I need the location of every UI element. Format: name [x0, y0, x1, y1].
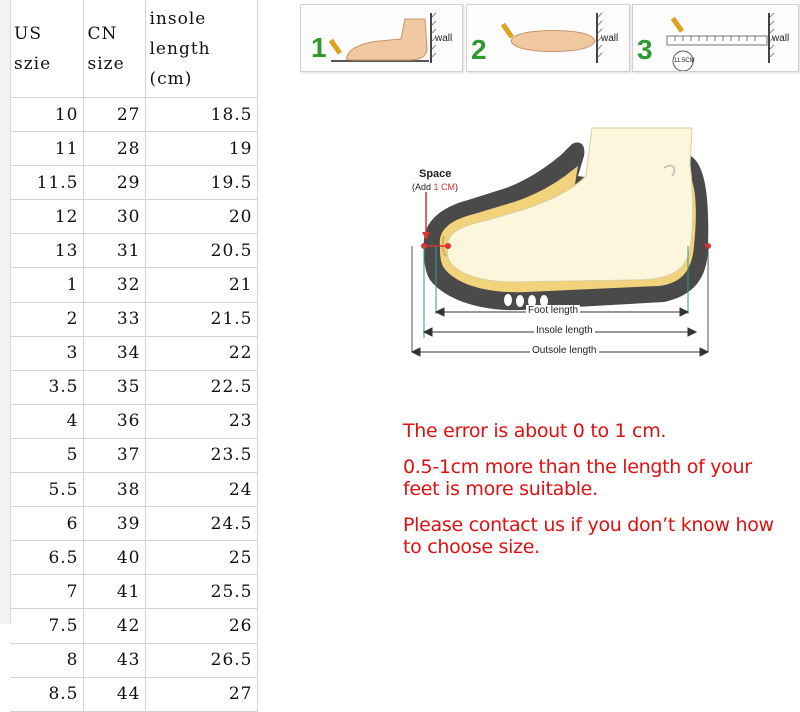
cell-us[interactable]: 12 — [10, 199, 84, 235]
table-row: 3 34 22 — [10, 336, 258, 371]
shoe-fit-diagram: Space (Add 1 CM) Foot length Insole leng… — [402, 96, 720, 366]
insole-length-label: Insole length — [534, 325, 595, 336]
outsole-length-label: Outsole length — [530, 345, 599, 356]
cell-cn[interactable]: 43 — [83, 643, 146, 678]
cell-us[interactable]: 3.5 — [10, 370, 84, 405]
cell-cn[interactable]: 39 — [83, 506, 146, 542]
cell-insole[interactable]: 20 — [145, 199, 258, 235]
table-row: 11 28 19 — [10, 131, 258, 167]
table-row: 13 31 20.5 — [10, 233, 258, 269]
cell-insole[interactable]: 21.5 — [145, 302, 258, 337]
cell-cn[interactable]: 42 — [83, 608, 146, 644]
cell-us[interactable]: 7.5 — [10, 608, 84, 644]
cell-cn[interactable]: 36 — [83, 404, 146, 439]
table-row: 6.5 40 25 — [10, 540, 258, 576]
cell-insole[interactable]: 18.5 — [145, 97, 258, 133]
size-table: US szie CN size insole length (cm) 10 27 1… — [10, 0, 258, 712]
header-insole-length[interactable]: insole length (cm) — [145, 0, 258, 98]
cell-insole[interactable]: 26.5 — [145, 643, 258, 678]
table-header-row: US szie CN size insole length (cm) — [10, 0, 258, 98]
table-row: 5 37 23.5 — [10, 438, 258, 474]
cell-insole[interactable]: 23 — [145, 404, 258, 439]
cell-insole[interactable]: 24 — [145, 472, 258, 508]
step-number-3: 3 — [637, 34, 653, 65]
wall-label-2: wall — [601, 33, 619, 44]
cell-insole[interactable]: 21 — [145, 267, 258, 303]
cell-insole[interactable]: 25.5 — [145, 574, 258, 610]
cell-insole[interactable]: 26 — [145, 608, 258, 644]
cell-insole[interactable]: 19.5 — [145, 165, 258, 201]
space-sub-value: 1 CM — [433, 182, 456, 192]
cell-us[interactable]: 8 — [10, 643, 84, 678]
cell-cn[interactable]: 33 — [83, 302, 146, 337]
cell-us[interactable]: 3 — [10, 336, 84, 371]
table-row: 8.5 44 27 — [10, 677, 258, 712]
cell-us[interactable]: 4 — [10, 404, 84, 439]
table-row: 3.5 35 22.5 — [10, 370, 258, 405]
cell-cn[interactable]: 41 — [83, 574, 146, 610]
cell-cn[interactable]: 27 — [83, 97, 146, 133]
measure-step-1-panel: 1 wall — [300, 4, 463, 72]
cell-us[interactable]: 6.5 — [10, 540, 84, 576]
table-row: 7 41 25.5 — [10, 574, 258, 610]
cell-cn[interactable]: 40 — [83, 540, 146, 576]
table-row: 5.5 38 24 — [10, 472, 258, 508]
step-number-2: 2 — [471, 34, 487, 65]
cell-cn[interactable]: 44 — [83, 677, 146, 712]
cell-insole[interactable]: 25 — [145, 540, 258, 576]
cell-cn[interactable]: 38 — [83, 472, 146, 508]
sizing-notes: The error is about 0 to 1 cm. 0.5-1cm mo… — [403, 420, 793, 572]
cell-cn[interactable]: 37 — [83, 438, 146, 474]
cell-us[interactable]: 11.5 — [10, 165, 84, 201]
cell-us[interactable]: 7 — [10, 574, 84, 610]
note-error-range: The error is about 0 to 1 cm. — [403, 420, 667, 442]
note-extra-length: 0.5-1cm more than the length of your fee… — [403, 456, 752, 500]
measure-step-2-panel: 2 wall — [466, 4, 630, 72]
cell-cn[interactable]: 30 — [83, 199, 146, 235]
note-contact: Please contact us if you don’t know how … — [403, 514, 774, 558]
table-row: 10 27 18.5 — [10, 97, 258, 133]
cell-cn[interactable]: 28 — [83, 131, 146, 167]
table-row: 12 30 20 — [10, 199, 258, 235]
wall-label-3: wall — [772, 33, 790, 44]
foot-length-label: Foot length — [526, 305, 581, 316]
cell-us[interactable]: 8.5 — [10, 677, 84, 712]
cell-insole[interactable]: 20.5 — [145, 233, 258, 269]
cell-us[interactable]: 5.5 — [10, 472, 84, 508]
cell-insole[interactable]: 19 — [145, 131, 258, 167]
table-row: 8 43 26.5 — [10, 643, 258, 678]
cell-us[interactable]: 11 — [10, 131, 84, 167]
header-us-size[interactable]: US szie — [10, 0, 84, 98]
table-row: 6 39 24.5 — [10, 506, 258, 542]
cell-insole[interactable]: 27 — [145, 677, 258, 712]
table-row: 4 36 23 — [10, 404, 258, 439]
cell-us[interactable]: 1 — [10, 267, 84, 303]
space-sub-label: (Add 1 CM) — [412, 182, 459, 192]
table-row: 1 32 21 — [10, 267, 258, 303]
cell-insole[interactable]: 24.5 — [145, 506, 258, 542]
table-row: 7.5 42 26 — [10, 608, 258, 644]
measure-step-3-panel: 3 wall 11.5CM — [632, 4, 799, 72]
cell-cn[interactable]: 35 — [83, 370, 146, 405]
cell-us[interactable]: 6 — [10, 506, 84, 542]
cell-us[interactable]: 2 — [10, 302, 84, 337]
cell-insole[interactable]: 22 — [145, 336, 258, 371]
cell-cn[interactable]: 31 — [83, 233, 146, 269]
cell-us[interactable]: 5 — [10, 438, 84, 474]
header-cn-size[interactable]: CN size — [83, 0, 146, 98]
cell-cn[interactable]: 32 — [83, 267, 146, 303]
table-row: 11.5 29 19.5 — [10, 165, 258, 201]
cell-cn[interactable]: 29 — [83, 165, 146, 201]
measurement-badge: 11.5CM — [674, 58, 695, 64]
cell-us[interactable]: 13 — [10, 233, 84, 269]
cell-us[interactable]: 10 — [10, 97, 84, 133]
cell-insole[interactable]: 23.5 — [145, 438, 258, 474]
cell-insole[interactable]: 22.5 — [145, 370, 258, 405]
table-row: 2 33 21.5 — [10, 302, 258, 337]
space-label: Space — [419, 168, 452, 180]
wall-label-1: wall — [435, 33, 453, 44]
cell-cn[interactable]: 34 — [83, 336, 146, 371]
step-number-1: 1 — [311, 32, 327, 63]
